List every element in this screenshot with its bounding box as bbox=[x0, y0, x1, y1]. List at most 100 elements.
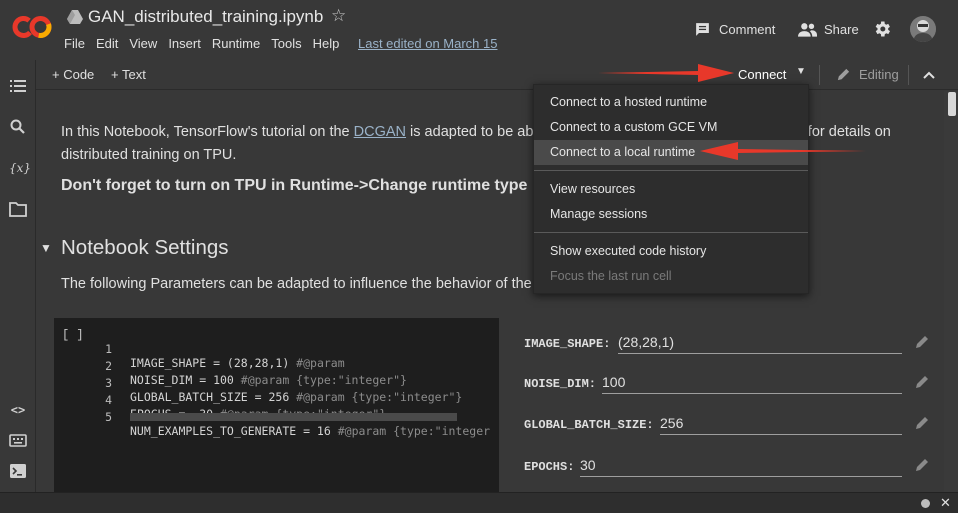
editing-mode-button[interactable]: Editing bbox=[836, 67, 899, 82]
code-text: IMAGE_SHAPE = (28,28,1) bbox=[130, 356, 297, 370]
intro-text-after: is adapted to be able bbox=[406, 124, 545, 140]
share-button[interactable]: Share bbox=[798, 20, 859, 38]
comment-label: Comment bbox=[719, 21, 776, 37]
menu-help[interactable]: Help bbox=[313, 36, 340, 51]
add-text-button[interactable]: + Text bbox=[111, 67, 146, 82]
code-comment: #@param {type:"integer"} bbox=[240, 373, 407, 387]
annotation-arrow-local-runtime bbox=[700, 142, 866, 160]
form-label: NOISE_DIM: bbox=[524, 377, 597, 391]
code-text: NUM_EXAMPLES_TO_GENERATE = 16 bbox=[130, 424, 338, 438]
menu-item-custom-gce-vm[interactable]: Connect to a custom GCE VM bbox=[534, 115, 808, 140]
star-icon[interactable]: ☆ bbox=[331, 6, 346, 26]
pencil-icon[interactable] bbox=[914, 457, 930, 473]
section-heading: Notebook Settings bbox=[61, 236, 229, 259]
menu-divider bbox=[534, 170, 808, 171]
menu-divider bbox=[534, 232, 808, 233]
line-number: 4 bbox=[105, 393, 112, 407]
line-number: 3 bbox=[105, 376, 112, 390]
notebook-toolbar: + Code + Text Connect ▼ Editing bbox=[36, 60, 958, 90]
connect-dropdown-caret-icon[interactable]: ▼ bbox=[796, 66, 806, 77]
line-number: 1 bbox=[105, 342, 112, 356]
search-icon[interactable] bbox=[9, 118, 27, 136]
noise-dim-field[interactable] bbox=[602, 370, 902, 394]
add-code-button[interactable]: + Code bbox=[52, 67, 94, 82]
pencil-icon[interactable] bbox=[914, 415, 930, 431]
menu-item-manage-sessions[interactable]: Manage sessions bbox=[534, 202, 808, 227]
terminal-icon[interactable] bbox=[9, 462, 27, 480]
menu-item-focus-last-run-cell: Focus the last run cell bbox=[550, 269, 672, 283]
left-sidebar: {x} <> bbox=[0, 60, 36, 492]
table-of-contents-icon[interactable] bbox=[9, 77, 27, 95]
code-cell[interactable]: [ ] 1 IMAGE_SHAPE = (28,28,1) #@param 2 … bbox=[54, 318, 499, 492]
menu-bar: File Edit View Insert Runtime Tools Help bbox=[64, 36, 350, 51]
menu-item-hosted-runtime[interactable]: Connect to a hosted runtime bbox=[534, 90, 808, 115]
menu-view[interactable]: View bbox=[129, 36, 157, 51]
intro-text-after2: for details on bbox=[803, 124, 891, 140]
code-comment: #@param {type:"integer bbox=[337, 424, 491, 438]
status-dot-icon[interactable] bbox=[921, 499, 930, 508]
code-comment: #@param bbox=[296, 356, 345, 370]
toolbar-divider bbox=[819, 65, 820, 85]
menu-insert[interactable]: Insert bbox=[168, 36, 201, 51]
variables-icon[interactable]: {x} bbox=[9, 159, 31, 177]
people-icon bbox=[798, 22, 817, 37]
last-edited-link[interactable]: Last edited on March 15 bbox=[358, 36, 497, 51]
menu-item-show-executed-code-history[interactable]: Show executed code history bbox=[534, 239, 808, 264]
notebook-title[interactable]: GAN_distributed_training.ipynb bbox=[88, 7, 323, 27]
menu-tools[interactable]: Tools bbox=[271, 36, 301, 51]
connect-dropdown-menu: Connect to a hosted runtime Connect to a… bbox=[533, 84, 809, 294]
pencil-icon[interactable] bbox=[914, 374, 930, 390]
image-shape-field[interactable] bbox=[618, 330, 902, 354]
code-line: 4 EPOCHS = 30 #@param {type:"integer"} bbox=[54, 379, 386, 421]
form-row-noise-dim: NOISE_DIM: bbox=[524, 368, 944, 398]
header: GAN_distributed_training.ipynb ☆ File Ed… bbox=[0, 0, 958, 60]
colab-logo[interactable] bbox=[12, 12, 52, 42]
code-horizontal-scrollbar[interactable] bbox=[130, 413, 457, 421]
code-line: 5 NUM_EXAMPLES_TO_GENERATE = 16 #@param … bbox=[54, 396, 490, 438]
dcgan-link[interactable]: DCGAN bbox=[354, 124, 406, 140]
menu-file[interactable]: File bbox=[64, 36, 85, 51]
avatar[interactable] bbox=[910, 16, 936, 42]
code-line: 1 IMAGE_SHAPE = (28,28,1) #@param bbox=[54, 328, 345, 370]
vertical-scrollbar[interactable] bbox=[944, 91, 958, 492]
code-line: 2 NOISE_DIM = 100 #@param {type:"integer… bbox=[54, 345, 407, 387]
code-text: GLOBAL_BATCH_SIZE = 256 bbox=[130, 390, 297, 404]
intro-text-line2: distributed training on TPU. bbox=[61, 147, 237, 163]
avatar-image bbox=[910, 16, 936, 42]
code-line: 3 GLOBAL_BATCH_SIZE = 256 #@param {type:… bbox=[54, 362, 462, 404]
close-icon[interactable]: ✕ bbox=[940, 495, 951, 511]
epochs-field[interactable] bbox=[580, 453, 902, 477]
form-row-image-shape: IMAGE_SHAPE: bbox=[524, 328, 944, 358]
code-snippets-icon[interactable]: <> bbox=[9, 401, 27, 419]
comment-button[interactable]: Comment bbox=[694, 20, 775, 38]
menu-item-view-resources[interactable]: View resources bbox=[534, 177, 808, 202]
chevron-up-icon[interactable] bbox=[922, 68, 936, 82]
line-number: 2 bbox=[105, 359, 112, 373]
form-row-epochs: EPOCHS: bbox=[524, 451, 944, 481]
files-icon[interactable] bbox=[9, 200, 27, 218]
form-label: GLOBAL_BATCH_SIZE: bbox=[524, 418, 654, 432]
scrollbar-thumb[interactable] bbox=[948, 92, 956, 116]
menu-runtime[interactable]: Runtime bbox=[212, 36, 260, 51]
line-number: 5 bbox=[105, 410, 112, 424]
pencil-icon[interactable] bbox=[914, 334, 930, 350]
menu-edit[interactable]: Edit bbox=[96, 36, 118, 51]
code-comment: #@param {type:"integer"} bbox=[296, 390, 463, 404]
params-intro-text: The following Parameters can be adapted … bbox=[61, 276, 532, 292]
form-label: EPOCHS: bbox=[524, 460, 575, 474]
form-label: IMAGE_SHAPE: bbox=[524, 337, 611, 351]
comment-icon bbox=[696, 22, 709, 36]
connect-button[interactable]: Connect bbox=[738, 67, 786, 82]
share-label: Share bbox=[824, 21, 859, 37]
gear-icon[interactable] bbox=[872, 19, 892, 39]
global-batch-size-field[interactable] bbox=[660, 411, 902, 435]
status-bar: ✕ bbox=[0, 492, 958, 513]
pencil-icon bbox=[837, 68, 850, 81]
toolbar-divider bbox=[908, 65, 909, 85]
tpu-note: Don't forget to turn on TPU in Runtime->… bbox=[61, 177, 528, 194]
section-collapse-caret-icon[interactable]: ▼ bbox=[40, 241, 52, 255]
annotation-arrow-connect bbox=[598, 64, 734, 82]
command-palette-icon[interactable] bbox=[9, 431, 27, 449]
drive-icon[interactable] bbox=[67, 10, 83, 24]
code-text: NOISE_DIM = 100 bbox=[130, 373, 241, 387]
